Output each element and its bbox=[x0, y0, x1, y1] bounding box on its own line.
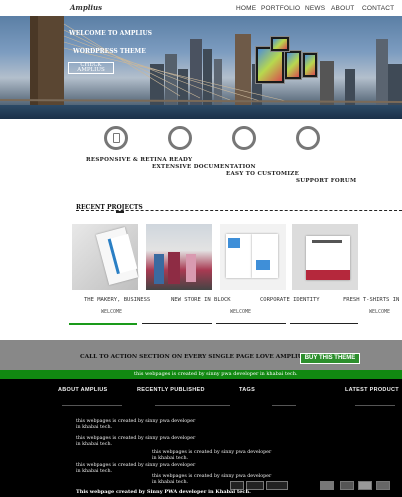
nav-portfolio[interactable]: PORTFOLIO bbox=[261, 5, 300, 12]
bridge-cables bbox=[0, 23, 402, 103]
footer-note: this webpages is created by sinny pwa de… bbox=[76, 436, 196, 447]
footer-heading-about: ABOUT AMPLIUS bbox=[58, 387, 108, 393]
project-thumbnail[interactable] bbox=[146, 224, 212, 290]
footer-heading-latest: LATEST PRODUCT bbox=[345, 387, 399, 393]
section-divider bbox=[76, 210, 402, 211]
footer-divider bbox=[272, 405, 296, 406]
project-underline bbox=[216, 323, 286, 324]
footer-product-thumbnail[interactable] bbox=[320, 481, 334, 490]
footer-tag-box[interactable] bbox=[266, 481, 288, 490]
project-title[interactable]: CORPORATE IDENTITY bbox=[260, 297, 320, 303]
hero-subtitle: WORDPRESS THEME bbox=[73, 48, 146, 55]
buy-theme-button[interactable]: BUY THIS THEME bbox=[300, 353, 360, 364]
project-thumbnail[interactable] bbox=[72, 224, 139, 290]
project-tag: WELCOME bbox=[101, 309, 123, 315]
project-title[interactable]: NEW STORE IN BLOCK bbox=[171, 297, 231, 303]
check-amplius-button[interactable]: CHECK AMPLIUS bbox=[68, 62, 114, 74]
feature-label: RESPONSIVE & RETINA READY bbox=[86, 157, 193, 163]
footer-note: this webpages is created by sinny pwa de… bbox=[152, 450, 272, 461]
nav-contact[interactable]: CONTACT bbox=[362, 5, 394, 12]
feature-icon bbox=[104, 126, 128, 150]
nav-news[interactable]: NEWS bbox=[305, 5, 325, 12]
feature-label: SUPPORT FORUM bbox=[296, 178, 357, 184]
nav-about[interactable]: ABOUT bbox=[331, 5, 354, 12]
footer-divider bbox=[62, 405, 122, 406]
footer-credit: This webpage created by Sinny PWA develo… bbox=[76, 489, 251, 495]
footer-note: this webpages is created by sinny pwa de… bbox=[76, 419, 196, 430]
footer-heading-tags: TAGS bbox=[239, 387, 256, 393]
project-underline bbox=[142, 323, 212, 324]
hero-banner bbox=[0, 16, 402, 119]
project-title[interactable]: FRESH T-SHIRTS IN bbox=[343, 297, 399, 303]
footer-heading-recent: RECENTLY PUBLISHED bbox=[137, 387, 205, 393]
footer-divider bbox=[155, 405, 230, 406]
feature-icon bbox=[168, 126, 192, 150]
site-logo[interactable]: Amplius bbox=[70, 3, 102, 12]
footer-divider bbox=[355, 405, 395, 406]
laptop-device-icon bbox=[270, 36, 290, 52]
section-marker bbox=[116, 211, 124, 213]
footer-product-thumbnail[interactable] bbox=[376, 481, 390, 490]
footer-product-thumbnail[interactable] bbox=[358, 481, 372, 490]
phone-device-icon bbox=[302, 52, 318, 78]
footer-product-thumbnail[interactable] bbox=[340, 481, 354, 490]
project-tag: WELCOME bbox=[230, 309, 252, 315]
feature-label: EASY TO CUSTOMIZE bbox=[226, 171, 300, 177]
feature-icon bbox=[232, 126, 256, 150]
hero-welcome: WELCOME TO AMPLIUS bbox=[69, 30, 153, 37]
project-thumbnail[interactable] bbox=[220, 224, 286, 290]
cta-text: CALL TO ACTION SECTION ON EVERY SINGLE P… bbox=[80, 354, 311, 360]
feature-label: EXTENSIVE DOCUMENTATION bbox=[152, 164, 256, 170]
project-underline bbox=[290, 323, 358, 324]
phone-device-icon bbox=[284, 50, 302, 80]
project-underline bbox=[69, 323, 137, 325]
nav-home[interactable]: HOME bbox=[236, 5, 256, 12]
project-title[interactable]: THE MAKERY, BUSINESS bbox=[84, 297, 150, 303]
green-banner-text: this webpages is created by sinny pwa de… bbox=[134, 371, 298, 377]
project-thumbnail[interactable] bbox=[292, 224, 358, 290]
feature-icon bbox=[296, 126, 320, 150]
project-tag: WELCOME bbox=[369, 309, 391, 315]
